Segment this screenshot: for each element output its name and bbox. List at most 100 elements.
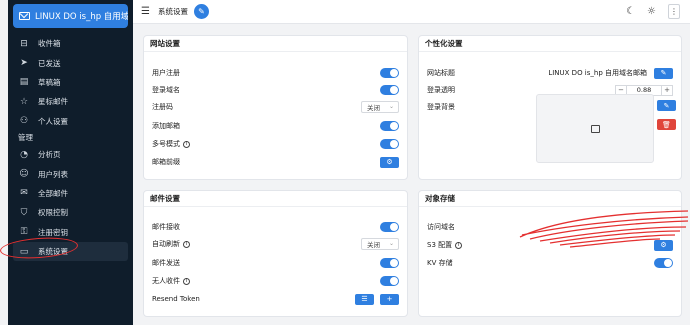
site-title-value: LINUX DO is_hp 自用域名邮箱 — [548, 69, 647, 77]
card-title: 个性化设置 — [419, 36, 681, 52]
chevron-down-icon: ⌄ — [388, 240, 394, 247]
permission-icon: ⛉ — [20, 207, 28, 218]
sidebar-item-label: 星标邮件 — [38, 97, 68, 107]
select-value: 关闭 — [367, 241, 380, 249]
sidebar-item-personal-settings[interactable]: ⚇ 个人设置 — [8, 112, 133, 131]
edit-site-title-button[interactable]: ✎ — [654, 67, 673, 79]
s3-settings-button[interactable]: ⚙ — [654, 239, 673, 251]
sidebar-item-label: 全部邮件 — [38, 188, 68, 198]
sidebar-item-analytics[interactable]: ◔ 分析页 — [8, 145, 133, 164]
info-icon[interactable]: i — [183, 240, 190, 248]
setting-label: 邮箱前缀 — [152, 158, 180, 166]
setting-row: 多号模式 i — [152, 136, 399, 152]
draft-icon: ▤ — [19, 77, 29, 88]
mail-receive-toggle[interactable] — [380, 222, 399, 232]
setting-label: 网站标题 — [427, 69, 455, 77]
user-settings-icon: ⚇ — [19, 116, 29, 127]
weather-icon[interactable]: ☼ — [647, 6, 656, 17]
pencil-icon: ✎ — [663, 101, 670, 110]
no-recipient-toggle[interactable] — [380, 276, 399, 286]
card-title: 网站设置 — [144, 36, 407, 52]
plus-button[interactable]: + — [661, 84, 673, 96]
auto-refresh-select[interactable]: 关闭 ⌄ — [361, 238, 399, 250]
delete-background-button[interactable]: 🗑 — [657, 119, 676, 130]
setting-label: 邮件发送 — [152, 259, 180, 267]
setting-row: Resend Token ☰ + — [152, 291, 399, 307]
setting-row: KV 存储 — [427, 255, 673, 271]
card-title: 邮件设置 — [144, 191, 407, 207]
edit-background-button[interactable]: ✎ — [657, 100, 676, 111]
sidebar-item-all-mail[interactable]: ✉ 全部邮件 — [8, 184, 133, 203]
personal-settings-card: 个性化设置 网站标题 LINUX DO is_hp 自用域名邮箱 ✎ 登录透明 … — [418, 35, 682, 180]
mail-settings-card: 邮件设置 邮件接收 自动刷新 i 关闭 ⌄ 邮件发送 无人收件 i Resend… — [143, 190, 408, 317]
analytics-icon: ◔ — [20, 149, 28, 160]
gear-icon: ⚙ — [386, 158, 393, 166]
setting-label-text: S3 配置 — [427, 241, 453, 249]
setting-label: Resend Token — [152, 295, 200, 303]
setting-row: 自动刷新 i 关闭 ⌄ — [152, 236, 399, 252]
setting-label: 添加邮箱 — [152, 122, 180, 130]
resend-token-list-button[interactable]: ☰ — [355, 293, 374, 305]
sidebar-item-reg-keys[interactable]: ⚿ 注册密钥 — [8, 223, 133, 242]
setting-row: 网站标题 LINUX DO is_hp 自用域名邮箱 ✎ — [427, 65, 673, 81]
chevron-down-icon: ⌄ — [388, 103, 394, 110]
setting-label: 用户注册 — [152, 69, 180, 77]
resend-token-add-button[interactable]: + — [380, 293, 399, 305]
sidebar: LINUX DO is_hp 自用域... ⊟ 收件箱 ➤ 已发送 ▤ 草稿箱 … — [8, 0, 133, 325]
page-title: 系统设置 — [157, 7, 188, 16]
brand-button[interactable]: LINUX DO is_hp 自用域... — [13, 4, 128, 28]
site-settings-card: 网站设置 用户注册 登录域名 注册码 关闭 ⌄ 添加邮箱 多号模式 i 邮箱前缀… — [143, 35, 408, 180]
send-icon: ➤ — [20, 58, 28, 69]
setting-label-text: 无人收件 — [152, 277, 180, 285]
login-domain-toggle[interactable] — [380, 85, 399, 95]
sidebar-item-label: 已发送 — [38, 58, 61, 68]
gear-icon: ⚙ — [660, 241, 667, 249]
setting-row: 注册码 关闭 ⌄ — [152, 99, 399, 115]
sidebar-item-users[interactable]: ☺ 用户列表 — [8, 164, 133, 183]
sidebar-item-label: 权限控制 — [38, 208, 68, 218]
user-register-toggle[interactable] — [380, 68, 399, 78]
sidebar-item-system-settings[interactable]: ▭ 系统设置 — [13, 241, 128, 262]
more-icon[interactable]: ⋮ — [668, 4, 680, 19]
sidebar-item-label: 个人设置 — [38, 116, 68, 126]
setting-label: S3 配置 i — [427, 240, 654, 250]
setting-label: 自动刷新 i — [152, 239, 361, 249]
setting-label: 邮件接收 — [152, 223, 180, 231]
kv-storage-toggle[interactable] — [654, 258, 673, 268]
setting-row: 邮件接收 — [152, 219, 399, 235]
key-icon: ⚿ — [20, 227, 28, 238]
image-icon — [590, 124, 600, 133]
sidebar-item-starred[interactable]: ☆ 星标邮件 — [8, 92, 133, 111]
multi-account-toggle[interactable] — [380, 139, 399, 149]
mail-prefix-settings-button[interactable]: ⚙ — [380, 156, 399, 168]
sidebar-item-label: 收件箱 — [38, 39, 61, 49]
mail-send-toggle[interactable] — [380, 258, 399, 268]
setting-row: 用户注册 — [152, 65, 399, 81]
info-icon[interactable]: i — [183, 277, 190, 285]
setting-label-text: 自动刷新 — [152, 240, 180, 248]
dark-mode-icon[interactable]: ☾ — [626, 6, 635, 17]
setting-label: KV 存储 — [427, 259, 453, 267]
setting-row: 邮箱前缀 ⚙ — [152, 154, 399, 170]
sidebar-item-permissions[interactable]: ⛉ 权限控制 — [8, 203, 133, 222]
menu-icon[interactable]: ☰ — [141, 6, 150, 17]
setting-row: 无人收件 i — [152, 273, 399, 289]
info-icon[interactable]: i — [183, 140, 190, 148]
mail-icon — [19, 12, 30, 20]
edit-button[interactable]: ✎ — [193, 4, 209, 19]
info-icon[interactable]: i — [455, 241, 463, 249]
reg-code-select[interactable]: 关闭 ⌄ — [361, 101, 399, 113]
background-preview[interactable] — [536, 94, 654, 163]
star-icon: ☆ — [19, 96, 29, 107]
pencil-icon: ✎ — [660, 69, 667, 77]
sidebar-item-inbox[interactable]: ⊟ 收件箱 — [8, 34, 133, 53]
add-mailbox-toggle[interactable] — [380, 121, 399, 131]
sidebar-item-label: 草稿箱 — [38, 77, 61, 87]
sidebar-item-sent[interactable]: ➤ 已发送 — [8, 53, 133, 72]
setting-label-text: 多号模式 — [152, 140, 180, 148]
sidebar-item-label: 分析页 — [38, 150, 61, 160]
monitor-icon: ▭ — [19, 246, 29, 257]
setting-label: 注册码 — [152, 103, 173, 111]
brand-title: LINUX DO is_hp 自用域... — [35, 12, 128, 22]
sidebar-item-drafts[interactable]: ▤ 草稿箱 — [8, 73, 133, 92]
